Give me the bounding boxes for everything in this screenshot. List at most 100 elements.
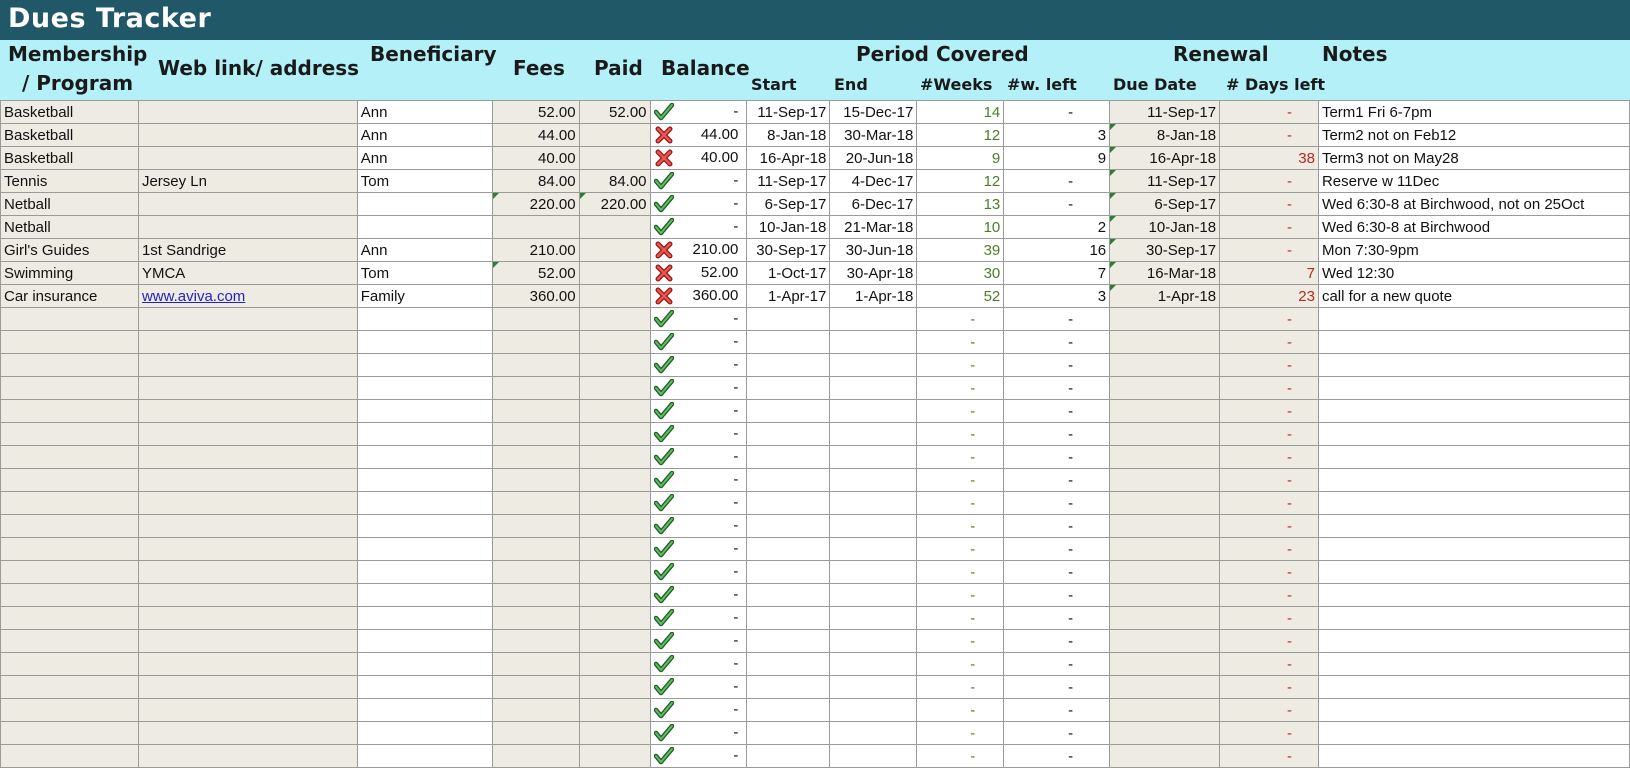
cell-beneficiary[interactable] [356,468,493,492]
cell-program[interactable] [0,353,139,377]
cell-start[interactable]: 10-Jan-18 [746,215,831,239]
cell-notes[interactable] [1317,721,1630,745]
cell-start[interactable]: 30-Sep-17 [746,238,831,262]
cell-end[interactable] [829,514,918,538]
cell-beneficiary[interactable] [356,422,493,446]
cell-program[interactable] [0,330,139,354]
cell-beneficiary[interactable] [356,376,493,400]
cell-program[interactable] [0,307,139,331]
cell-fees[interactable] [491,376,580,400]
cell-end[interactable] [829,353,918,377]
cell-web-link[interactable] [137,100,358,124]
cell-end[interactable] [829,606,918,630]
cell-program[interactable]: Car insurance [0,284,139,308]
cell-beneficiary[interactable] [356,606,493,630]
cell-fees[interactable] [491,744,580,768]
cell-notes[interactable] [1317,606,1630,630]
cell-beneficiary[interactable] [356,652,493,676]
cell-due-date[interactable]: 6-Sep-17 [1109,192,1221,216]
cell-program[interactable]: Tennis [0,169,139,193]
cell-start[interactable] [746,698,831,722]
cell-start[interactable] [746,422,831,446]
cell-due-date[interactable]: 8-Jan-18 [1109,123,1221,147]
cell-due-date[interactable] [1109,491,1221,515]
cell-due-date[interactable] [1109,399,1221,423]
cell-start[interactable]: 11-Sep-17 [746,169,831,193]
cell-notes[interactable] [1317,376,1630,400]
cell-beneficiary[interactable] [356,583,493,607]
cell-due-date[interactable] [1109,514,1221,538]
cell-beneficiary[interactable] [356,629,493,653]
cell-end[interactable] [829,422,918,446]
cell-end[interactable] [829,399,918,423]
cell-paid[interactable] [578,146,651,170]
cell-due-date[interactable] [1109,422,1221,446]
cell-program[interactable] [0,491,139,515]
cell-beneficiary[interactable]: Tom [356,169,493,193]
cell-web-link[interactable] [137,192,358,216]
cell-fees[interactable] [491,215,580,239]
cell-notes[interactable] [1317,468,1630,492]
cell-paid[interactable] [578,215,651,239]
cell-program[interactable] [0,422,139,446]
cell-beneficiary[interactable] [356,215,493,239]
cell-web-link[interactable] [137,606,358,630]
cell-web-link[interactable] [137,537,358,561]
cell-program[interactable] [0,560,139,584]
cell-web-link[interactable] [137,422,358,446]
cell-notes[interactable] [1317,560,1630,584]
cell-due-date[interactable]: 11-Sep-17 [1109,169,1221,193]
cell-web-link[interactable] [137,215,358,239]
cell-start[interactable] [746,721,831,745]
cell-program[interactable] [0,583,139,607]
cell-fees[interactable] [491,698,580,722]
cell-end[interactable] [829,491,918,515]
cell-fees[interactable] [491,491,580,515]
cell-notes[interactable] [1317,675,1630,699]
cell-start[interactable] [746,399,831,423]
cell-beneficiary[interactable]: Ann [356,123,493,147]
cell-due-date[interactable]: 16-Apr-18 [1109,146,1221,170]
cell-paid[interactable] [578,376,651,400]
cell-end[interactable]: 21-Mar-18 [829,215,918,239]
cell-notes[interactable] [1317,445,1630,469]
cell-web-link[interactable] [137,445,358,469]
cell-end[interactable] [829,307,918,331]
cell-end[interactable]: 30-Apr-18 [829,261,918,285]
cell-program[interactable] [0,445,139,469]
cell-due-date[interactable]: 30-Sep-17 [1109,238,1221,262]
cell-web-link[interactable] [137,629,358,653]
cell-notes[interactable] [1317,629,1630,653]
cell-end[interactable] [829,698,918,722]
cell-start[interactable] [746,307,831,331]
cell-due-date[interactable]: 11-Sep-17 [1109,100,1221,124]
cell-fees[interactable] [491,721,580,745]
cell-start[interactable]: 6-Sep-17 [746,192,831,216]
cell-due-date[interactable]: 16-Mar-18 [1109,261,1221,285]
cell-notes[interactable]: call for a new quote [1317,284,1630,308]
cell-due-date[interactable]: 10-Jan-18 [1109,215,1221,239]
cell-beneficiary[interactable] [356,744,493,768]
cell-program[interactable]: Netball [0,215,139,239]
cell-fees[interactable] [491,468,580,492]
cell-start[interactable] [746,353,831,377]
cell-notes[interactable] [1317,422,1630,446]
cell-start[interactable] [746,744,831,768]
cell-beneficiary[interactable] [356,307,493,331]
cell-fees[interactable]: 52.00 [491,261,580,285]
cell-web-link[interactable] [137,652,358,676]
cell-web-link[interactable] [137,744,358,768]
cell-due-date[interactable] [1109,353,1221,377]
cell-start[interactable] [746,629,831,653]
cell-fees[interactable] [491,399,580,423]
cell-beneficiary[interactable] [356,514,493,538]
cell-due-date[interactable] [1109,744,1221,768]
cell-fees[interactable] [491,422,580,446]
cell-program[interactable]: Basketball [0,123,139,147]
cell-start[interactable]: 11-Sep-17 [746,100,831,124]
cell-end[interactable]: 30-Jun-18 [829,238,918,262]
cell-start[interactable] [746,491,831,515]
cell-start[interactable] [746,652,831,676]
cell-due-date[interactable] [1109,652,1221,676]
cell-start[interactable]: 16-Apr-18 [746,146,831,170]
